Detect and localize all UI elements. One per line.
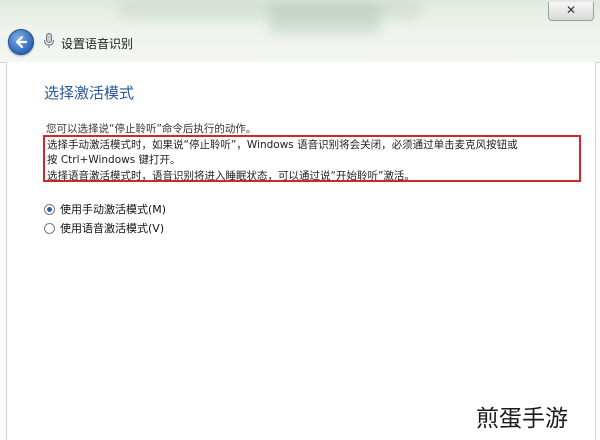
radio-button-unchecked[interactable] xyxy=(44,223,55,234)
window-title: 设置语音识别 xyxy=(61,37,134,51)
close-icon: ✕ xyxy=(565,3,577,17)
option-label: 使用语音激活模式(V) xyxy=(60,222,165,235)
voice-mode-description: 选择语音激活模式时，语音识别将进入睡眠状态，可以通过说“开始聆听”激活。 xyxy=(47,170,415,182)
radio-button-checked[interactable] xyxy=(44,204,55,215)
manual-mode-shortcut-text: 按 Ctrl+Windows 键打开。 xyxy=(47,154,181,166)
watermark-logo: 煎蛋手游 xyxy=(476,406,568,432)
page-heading: 选择激活模式 xyxy=(44,84,135,102)
option-voice-activation[interactable]: 使用语音激活模式(V) xyxy=(44,220,164,236)
intro-text: 您可以选择说“停止聆听”命令后执行的动作。 xyxy=(46,123,257,135)
manual-mode-description: 选择手动激活模式时，如果说“停止聆听”，Windows 语音识别将会关闭，必须通… xyxy=(47,139,518,151)
title-bar: ✕ 设置语音识别 xyxy=(0,0,600,63)
close-button[interactable]: ✕ xyxy=(548,2,594,21)
option-manual-activation[interactable]: 使用手动激活模式(M) xyxy=(44,201,166,217)
background-blur xyxy=(270,4,380,34)
content-panel xyxy=(6,62,596,440)
back-arrow-icon xyxy=(15,35,28,49)
option-label: 使用手动激活模式(M) xyxy=(60,203,167,216)
back-button[interactable] xyxy=(8,29,34,55)
microphone-icon xyxy=(44,33,54,48)
